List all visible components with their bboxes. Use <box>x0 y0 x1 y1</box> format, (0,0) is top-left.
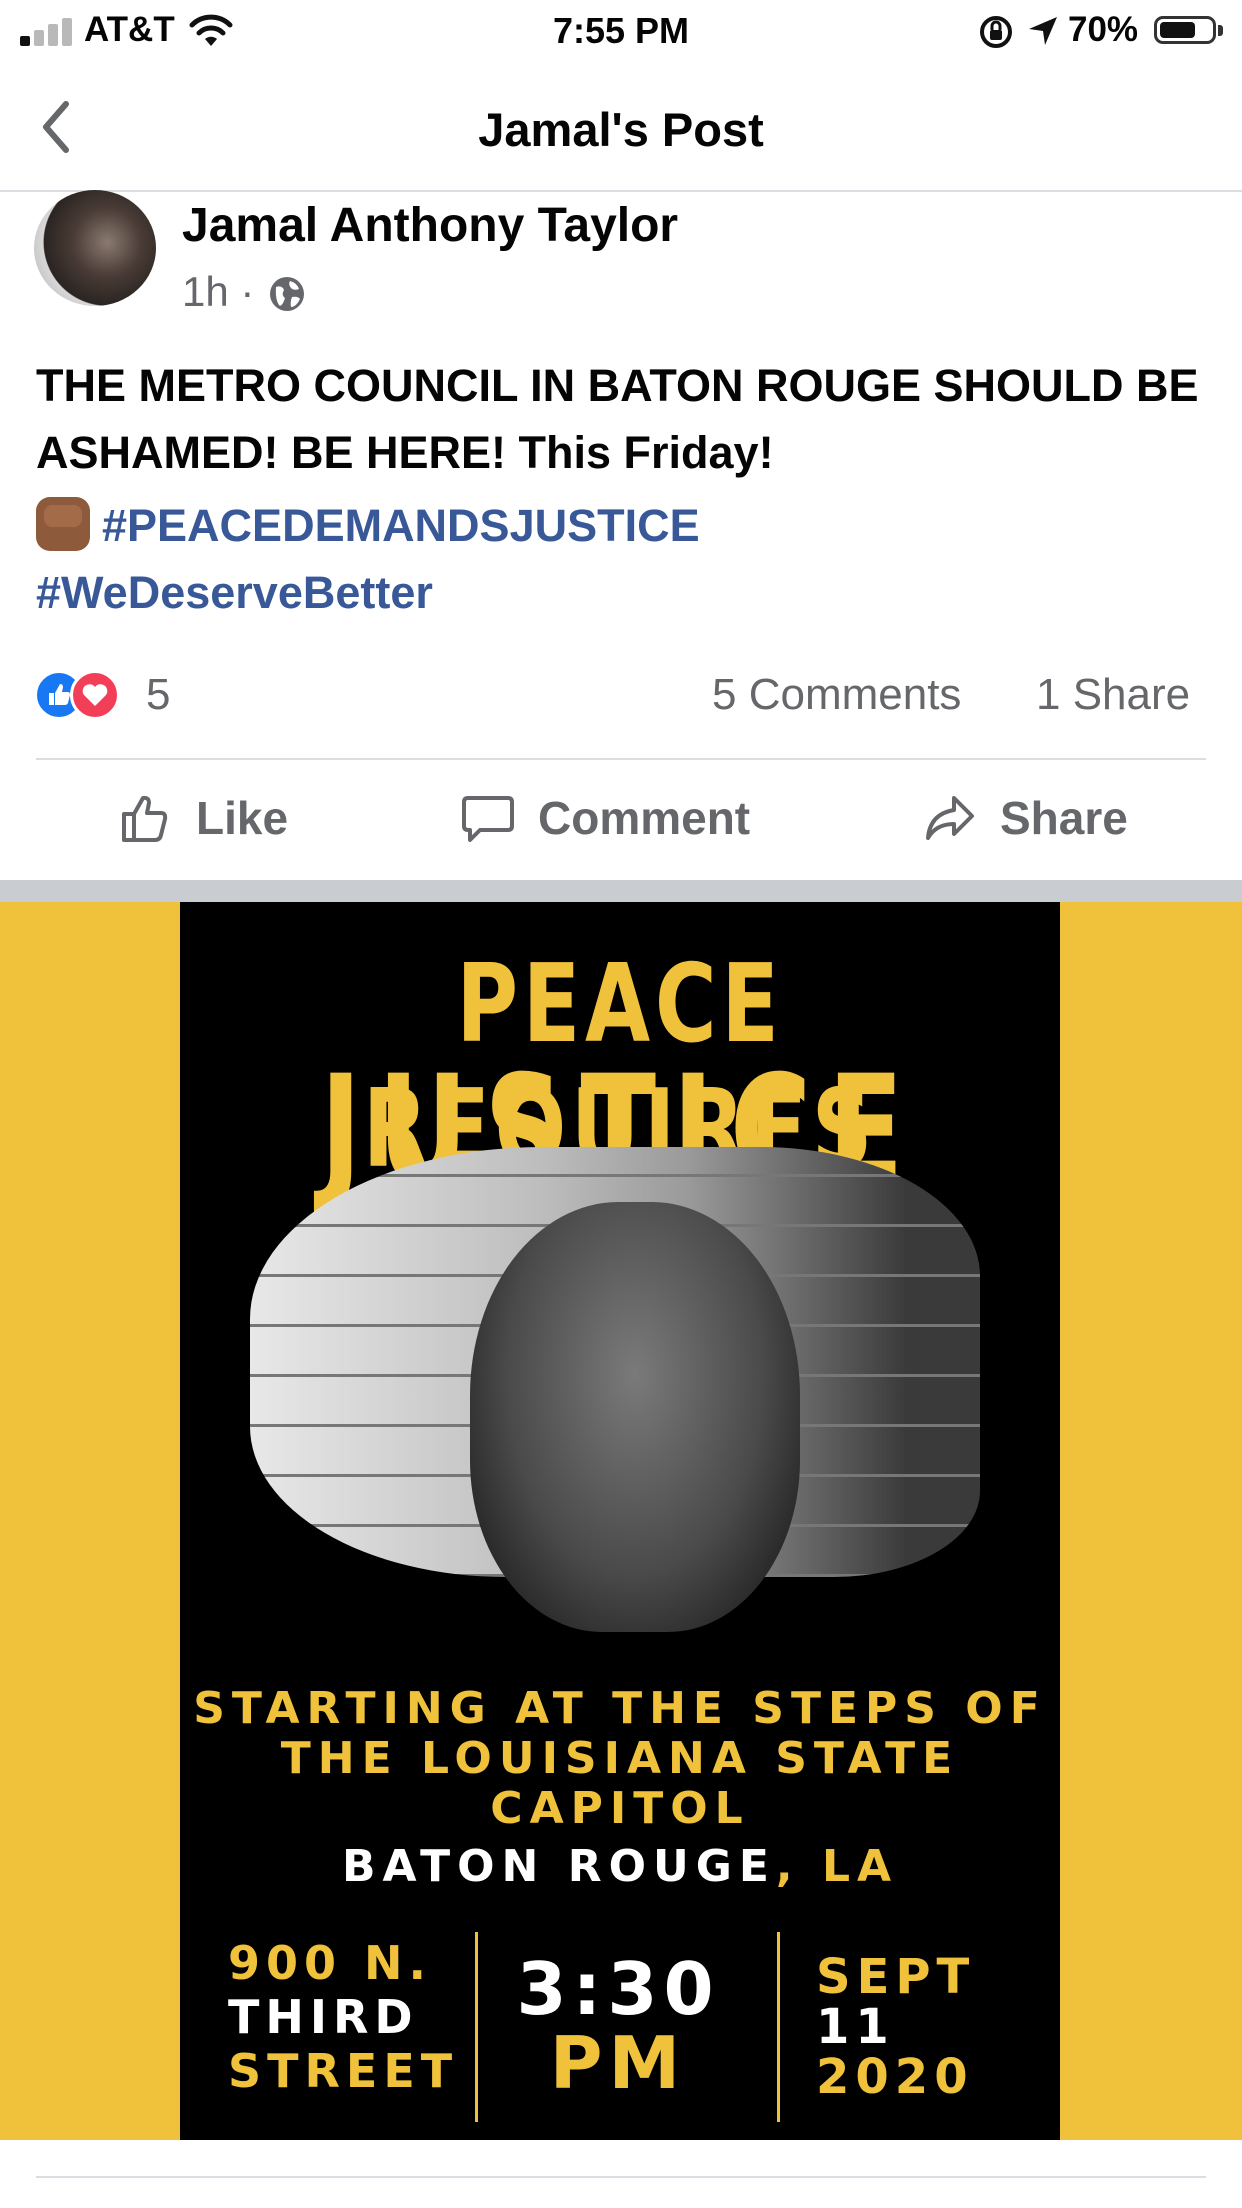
poster-date-line2: 11 <box>816 1999 895 2055</box>
raised-fist-icon <box>36 497 90 551</box>
share-label: Share <box>1000 792 1128 844</box>
meta-separator: · <box>240 268 255 315</box>
poster-time-line2: PM <box>549 2021 687 2105</box>
post-text: THE METRO COUNCIL IN BATON ROUGE SHOULD … <box>36 360 1199 478</box>
poster-divider-right <box>777 1932 780 2122</box>
poster-date: SEPT 11 2020 <box>816 1952 975 2102</box>
love-reaction-icon <box>70 670 120 720</box>
battery-percent: 70% <box>1068 10 1139 49</box>
comment-label: Comment <box>538 792 751 844</box>
reaction-count[interactable]: 5 <box>146 670 170 720</box>
poster-state: LA <box>821 1841 899 1892</box>
post-meta: 1h · <box>182 268 254 316</box>
hashtag-line-2: #WeDeserveBetter <box>36 559 1216 626</box>
poster-location-line3: CAPITOL <box>490 1783 750 1834</box>
poster-panel: PEACE REQUIRES JUSTICE STARTING AT THE S… <box>180 902 1060 2140</box>
poster-date-line1: SEPT <box>816 1949 976 2005</box>
divider <box>36 2176 1206 2178</box>
poster-location-line1: STARTING AT THE STEPS OF <box>193 1683 1047 1734</box>
poster-location-line2: THE LOUISIANA STATE <box>280 1733 960 1784</box>
like-label: Like <box>196 792 289 844</box>
like-button[interactable]: Like <box>118 790 288 846</box>
author-name[interactable]: Jamal Anthony Taylor <box>182 198 678 253</box>
hashtag-peacedemandsjustice[interactable]: #PEACEDEMANDSJUSTICE <box>102 500 700 551</box>
comment-button[interactable]: Comment <box>460 790 750 846</box>
poster-time-line1: 3:30 <box>516 1947 720 2031</box>
battery-icon <box>1154 16 1216 44</box>
share-button[interactable]: Share <box>922 790 1128 846</box>
poster-divider-left <box>475 1932 478 2122</box>
poster-address-line2: THIRD <box>228 1990 419 2044</box>
poster-details: 900 N. THIRD STREET 3:30 PM SEPT 11 2020 <box>180 1932 1060 2122</box>
comments-count[interactable]: 5 Comments <box>712 670 961 720</box>
hashtag-line-1: #PEACEDEMANDSJUSTICE <box>36 492 1216 559</box>
section-separator <box>0 880 1242 902</box>
poster-city: BATON ROUGE <box>341 1841 776 1892</box>
shares-count[interactable]: 1 Share <box>1036 670 1190 720</box>
hashtag-wedeservebetter[interactable]: #WeDeserveBetter <box>36 567 433 618</box>
post-image[interactable]: PEACE REQUIRES JUSTICE STARTING AT THE S… <box>0 902 1242 2140</box>
poster-date-line3: 2020 <box>816 2049 974 2105</box>
post-text-block: THE METRO COUNCIL IN BATON ROUGE SHOULD … <box>36 352 1216 626</box>
post-time[interactable]: 1h <box>182 268 229 315</box>
poster-address-line3: STREET <box>228 2044 459 2098</box>
thumbs-up-icon <box>122 795 168 842</box>
orientation-lock-icon <box>980 16 1012 48</box>
poster-city-sep: , <box>775 1841 800 1892</box>
status-bar: AT&T 7:55 PM 70% <box>0 0 1242 62</box>
portrait-photo <box>470 1202 800 1632</box>
share-arrow-icon <box>926 796 974 840</box>
globe-icon <box>270 277 304 311</box>
author-avatar[interactable] <box>34 190 156 306</box>
comment-bubble-icon <box>462 796 514 842</box>
poster-address: 900 N. THIRD STREET <box>228 1936 458 2098</box>
nav-bar: Jamal's Post <box>0 62 1242 192</box>
page-title: Jamal's Post <box>478 103 764 156</box>
poster-city-line: BATON ROUGE, LA <box>180 1842 1060 1892</box>
poster-time: 3:30 PM <box>498 1952 738 2100</box>
battery-nub <box>1218 25 1223 36</box>
divider <box>36 758 1206 760</box>
poster-address-line1: 900 N. <box>228 1936 433 1990</box>
location-arrow-icon <box>1029 17 1057 45</box>
